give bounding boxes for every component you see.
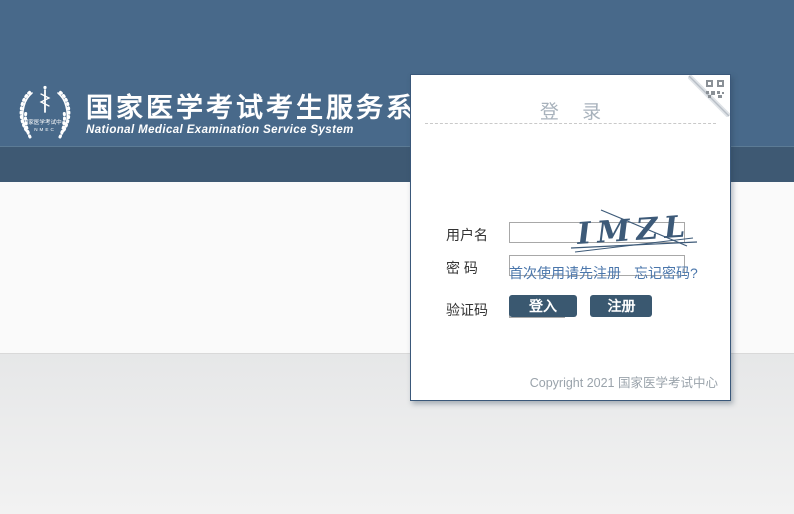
helper-links: 首次使用请先注册忘记密码? xyxy=(509,263,698,283)
register-hint-link[interactable]: 首次使用请先注册 xyxy=(509,265,621,281)
button-row: 登入 注册 xyxy=(509,295,652,317)
register-button[interactable]: 注册 xyxy=(590,295,652,317)
captcha-image[interactable]: IMZL xyxy=(567,202,703,256)
title-separator xyxy=(425,123,716,124)
password-label: 密 码 xyxy=(446,258,478,278)
qr-code-icon xyxy=(706,80,724,98)
captcha-label: 验证码 xyxy=(446,300,488,320)
captcha-text: IMZL xyxy=(575,209,692,252)
site-subtitle: National Medical Examination Service Sys… xyxy=(86,124,446,136)
brand-header: 国家医学考试中心 NMEC 国家医学考试考生服务系统 National Medi… xyxy=(12,84,446,146)
username-label: 用户名 xyxy=(446,225,488,245)
copyright-text: Copyright 2021 国家医学考试中心 xyxy=(530,372,718,391)
site-title: 国家医学考试考生服务系统 xyxy=(86,93,446,123)
emblem-text-cn: 国家医学考试中心 xyxy=(23,118,68,126)
login-title: 登 录 xyxy=(411,97,730,124)
forgot-password-link[interactable]: 忘记密码? xyxy=(634,265,698,281)
login-panel: 登 录 用户名 密 码 验证码 IMZL 首次使用请先注册忘记密码? 登入 注册… xyxy=(410,74,731,401)
login-button[interactable]: 登入 xyxy=(509,295,577,317)
emblem-text-en: NMEC xyxy=(34,127,56,132)
nmec-emblem-logo: 国家医学考试中心 NMEC xyxy=(12,84,78,146)
